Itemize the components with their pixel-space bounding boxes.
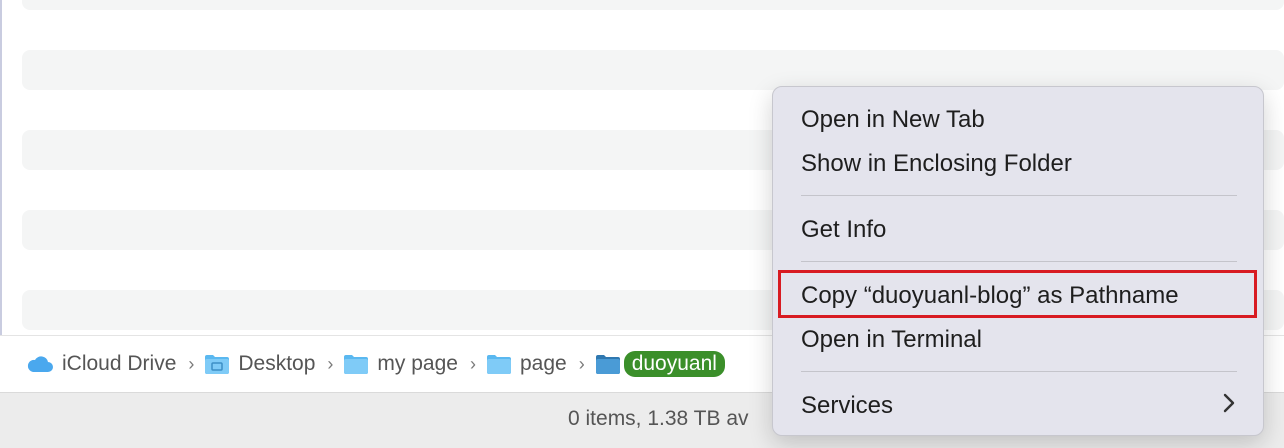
menu-divider: [801, 195, 1237, 196]
cloud-icon: [27, 356, 53, 372]
menu-item-services[interactable]: Services: [801, 392, 893, 420]
breadcrumb-label: iCloud Drive: [62, 352, 177, 375]
menu-item-show-in-enclosing-folder[interactable]: Show in Enclosing Folder: [801, 150, 1072, 178]
context-menu: Open in New Tab Show in Enclosing Folder…: [772, 86, 1264, 436]
file-list-row: [22, 0, 1284, 10]
menu-item-open-in-terminal[interactable]: Open in Terminal: [801, 326, 982, 354]
breadcrumb-separator: ›: [327, 353, 334, 374]
breadcrumb-label: Desktop: [238, 352, 316, 375]
menu-divider: [801, 261, 1237, 262]
breadcrumb-item-icloud-drive[interactable]: iCloud Drive: [26, 352, 176, 376]
window-left-edge: [0, 0, 2, 392]
folder-icon: [344, 355, 369, 374]
desktop-folder-icon: [205, 355, 230, 374]
breadcrumb-label-selected: duoyuanl: [623, 351, 725, 377]
breadcrumb-separator: ›: [188, 353, 195, 374]
chevron-right-icon: [1223, 393, 1235, 413]
breadcrumb-item-page[interactable]: page: [486, 352, 567, 376]
file-list-row: [22, 50, 1284, 90]
breadcrumb-item-duoyuanl[interactable]: duoyuanl: [595, 351, 725, 377]
folder-icon: [486, 355, 511, 374]
breadcrumb-item-desktop[interactable]: Desktop: [204, 352, 315, 376]
breadcrumb-item-my-page[interactable]: my page: [343, 352, 458, 376]
breadcrumb-label: page: [519, 352, 567, 375]
menu-divider: [801, 371, 1237, 372]
folder-icon: [595, 355, 620, 374]
menu-item-open-in-new-tab[interactable]: Open in New Tab: [801, 106, 985, 134]
status-text: 0 items, 1.38 TB av: [568, 407, 749, 430]
breadcrumb-separator: ›: [469, 353, 476, 374]
breadcrumb-label: my page: [377, 352, 458, 375]
menu-item-copy-as-pathname[interactable]: Copy “duoyuanl-blog” as Pathname: [801, 282, 1179, 310]
menu-item-get-info[interactable]: Get Info: [801, 216, 886, 244]
breadcrumb-separator: ›: [578, 353, 585, 374]
